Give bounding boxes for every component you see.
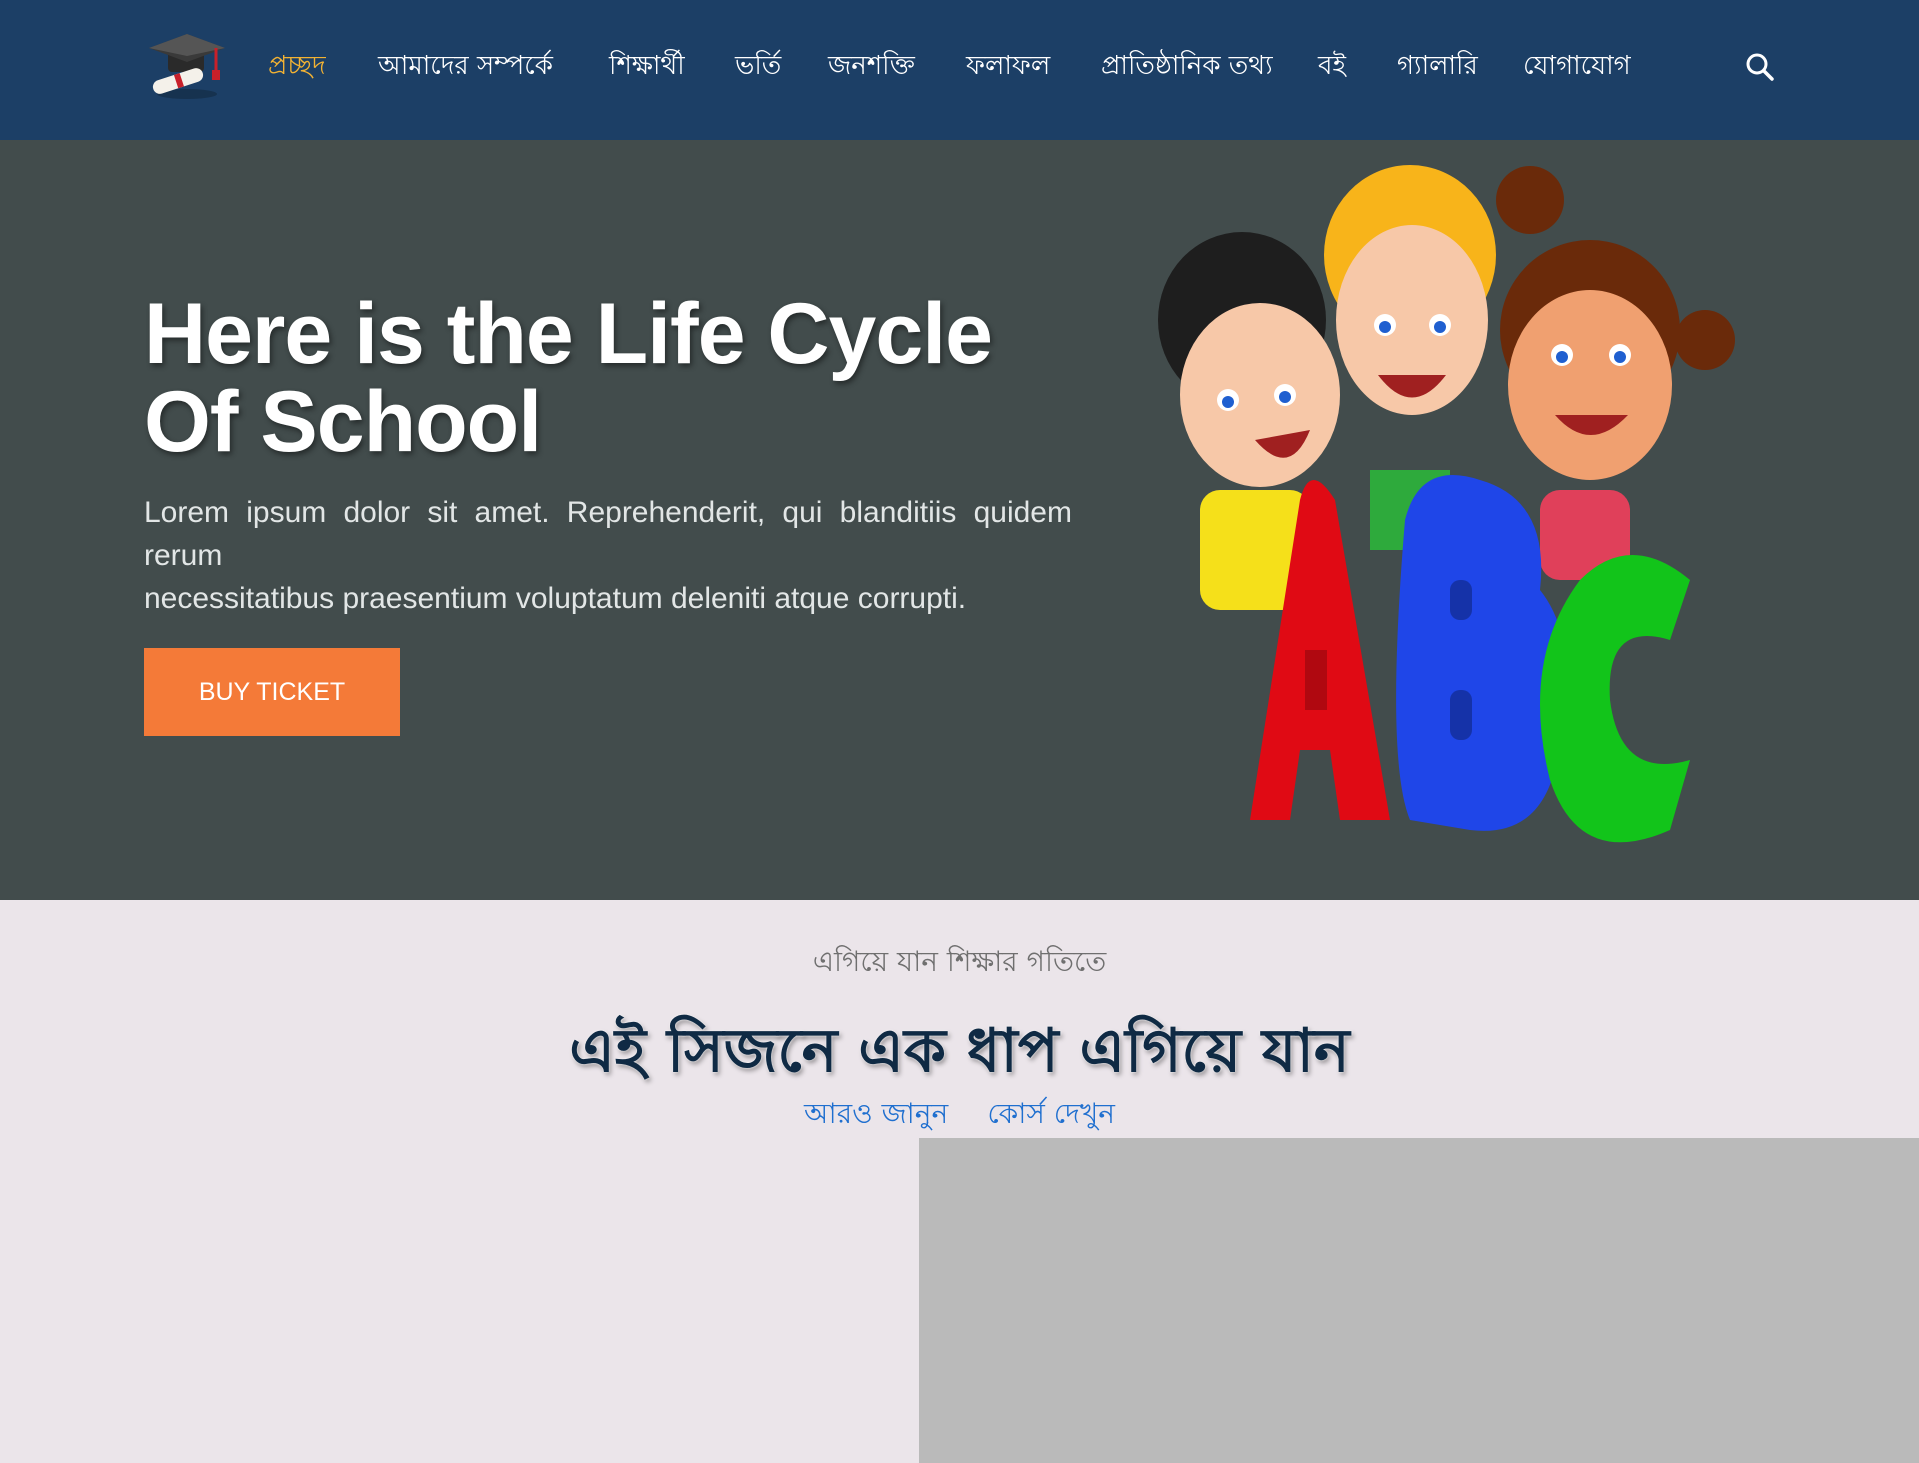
- promo-links: আরও জানুন কোর্স দেখুন: [0, 1092, 1919, 1139]
- promo-subtitle: এগিয়ে যান শিক্ষার গতিতে: [812, 945, 1107, 978]
- search-icon[interactable]: [1743, 50, 1777, 84]
- nav-item-admission[interactable]: ভর্তি: [735, 46, 781, 86]
- hero-description: Lorem ipsum dolor sit amet. Reprehenderi…: [144, 491, 1072, 620]
- graduation-cap-icon[interactable]: [146, 34, 228, 100]
- learn-more-link[interactable]: আরও জানুন: [804, 1092, 948, 1139]
- nav-item-staff[interactable]: জনশক্তি: [828, 46, 915, 86]
- nav-item-gallery[interactable]: গ্যালারি: [1397, 46, 1478, 86]
- hero-description-line1: Lorem ipsum dolor sit amet. Reprehenderi…: [144, 496, 1072, 572]
- nav-item-books[interactable]: বই: [1318, 46, 1346, 86]
- nav-item-institution-info[interactable]: প্রাতিষ্ঠানিক তথ্য: [1101, 46, 1273, 86]
- nav-item-home[interactable]: প্রচ্ছদ: [268, 46, 326, 86]
- nav-item-contact[interactable]: যোগাযোগ: [1523, 46, 1631, 86]
- hero-title: Here is the Life Cycle Of School: [144, 286, 993, 470]
- promo-section: এগিয়ে যান শিক্ষার গতিতে এই সিজনে এক ধাপ…: [0, 900, 1919, 1463]
- nav-item-about[interactable]: আমাদের সম্পর্কে: [378, 46, 553, 86]
- hero-section: Here is the Life Cycle Of School Lorem i…: [0, 140, 1919, 900]
- navbar: প্রচ্ছদ আমাদের সম্পর্কে শিক্ষার্থী ভর্তি…: [0, 0, 1919, 140]
- nav-item-results[interactable]: ফলাফল: [966, 46, 1050, 86]
- hero-description-line2: necessitatibus praesentium voluptatum de…: [144, 582, 967, 615]
- kids-abc-illustration: [1158, 165, 1735, 843]
- buy-ticket-button[interactable]: BUY TICKET: [144, 648, 400, 736]
- nav-item-students[interactable]: শিক্ষার্থী: [609, 46, 685, 86]
- media-placeholder: [919, 1138, 1919, 1463]
- promo-title: এই সিজনে এক ধাপ এগিয়ে যান: [569, 1016, 1350, 1086]
- view-courses-link[interactable]: কোর্স দেখুন: [987, 1092, 1115, 1139]
